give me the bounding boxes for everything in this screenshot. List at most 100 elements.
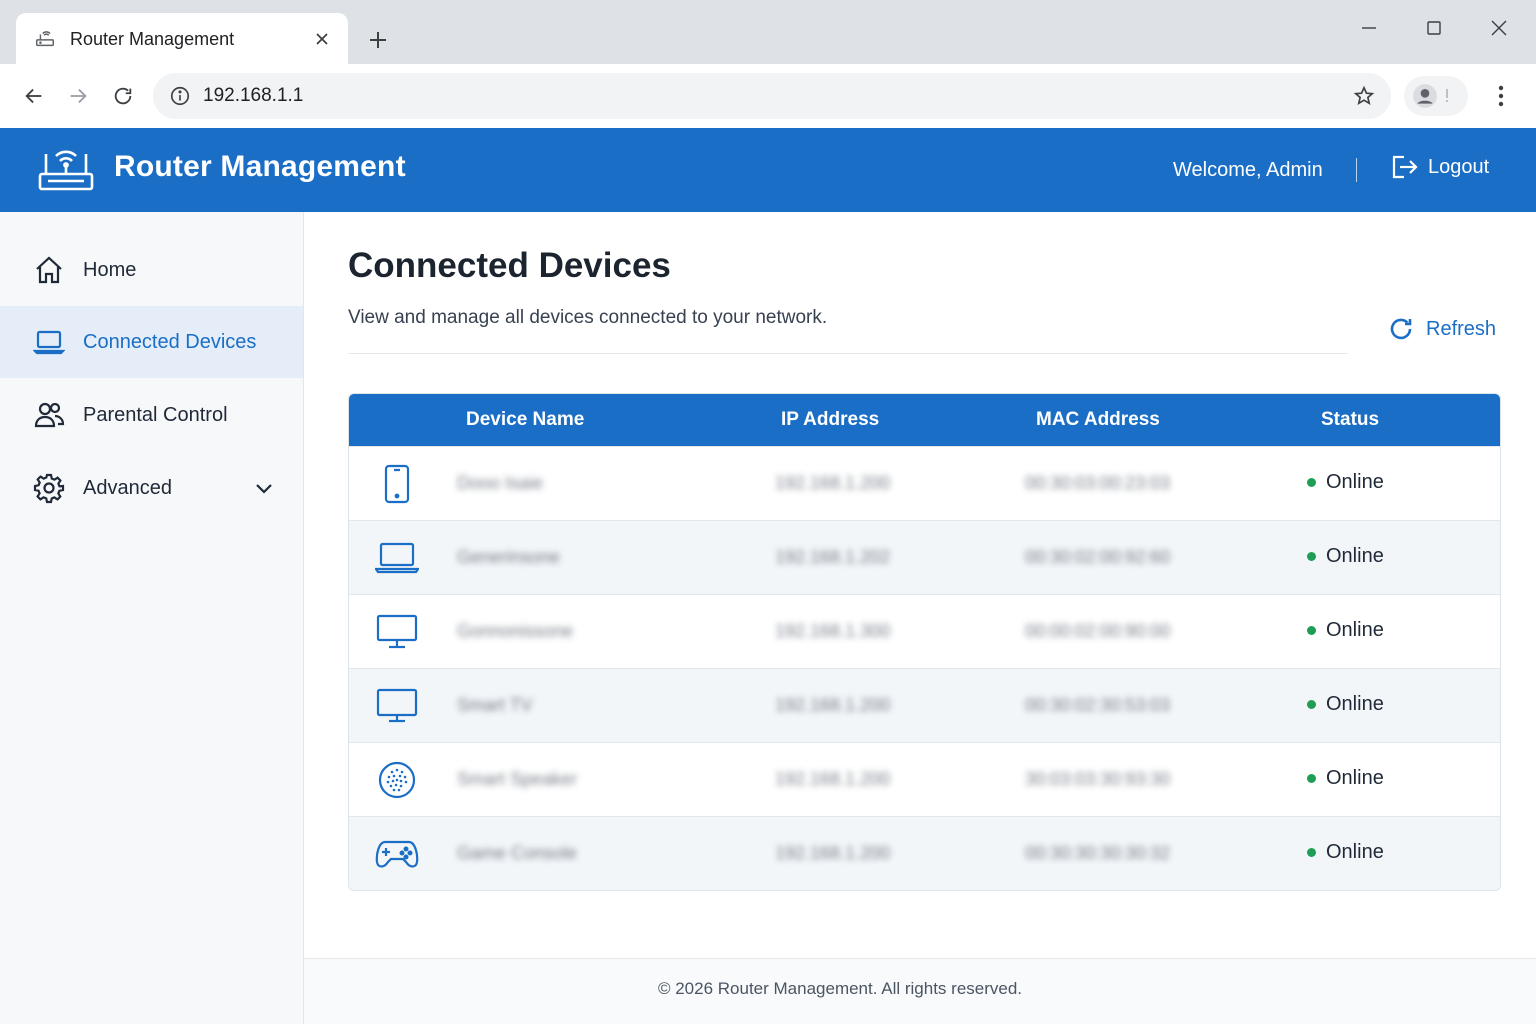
online-dot-icon — [1307, 774, 1316, 783]
browser-tab-bar: Router Management — [0, 0, 1536, 65]
table-header: Device Name IP Address MAC Address Statu… — [349, 394, 1500, 446]
status-text: Online — [1326, 471, 1384, 493]
table-row[interactable]: Generinsone 192.168.1.202 00:30:02:00:92… — [349, 520, 1500, 594]
online-dot-icon — [1307, 478, 1316, 487]
device-name: Smart TV — [457, 695, 533, 715]
status-badge: Online — [1307, 545, 1384, 568]
status-text: Online — [1326, 693, 1384, 715]
column-header-status[interactable]: Status — [1321, 409, 1379, 431]
smartphone-icon — [375, 464, 419, 504]
site-info-icon[interactable] — [169, 85, 191, 107]
browser-tab[interactable]: Router Management — [16, 13, 348, 65]
chevron-down-icon[interactable] — [252, 476, 276, 500]
browser-toolbar: 192.168.1.1 — [0, 64, 1536, 128]
logout-button[interactable]: Logout — [1390, 154, 1489, 180]
device-name: Gonnonissone — [457, 621, 574, 641]
speaker-icon — [375, 760, 419, 800]
sidebar-item-label: Parental Control — [83, 403, 228, 426]
device-ip: 192.168.1.200 — [775, 473, 891, 493]
gear-icon — [33, 472, 65, 504]
sidebar-item-label: Connected Devices — [83, 330, 257, 353]
maximize-window-button[interactable] — [1417, 14, 1451, 42]
device-mac: 00:30:03:00:23:03 — [1025, 473, 1171, 493]
device-mac: 00:30:02:30:53:03 — [1025, 695, 1171, 715]
router-app: Router Management Welcome, Admin Logout … — [0, 128, 1536, 1024]
device-name: Game Console — [457, 843, 578, 863]
status-badge: Online — [1307, 471, 1384, 494]
status-badge: Online — [1307, 841, 1384, 864]
device-name: Dooo Isaie — [457, 473, 544, 493]
back-button[interactable] — [18, 80, 50, 112]
router-logo-icon — [36, 144, 96, 196]
column-header-device-name[interactable]: Device Name — [466, 409, 584, 431]
column-header-mac-address[interactable]: MAC Address — [1036, 409, 1160, 431]
refresh-button[interactable]: Refresh — [1388, 316, 1496, 342]
header-divider — [1356, 158, 1357, 182]
url-text[interactable]: 192.168.1.1 — [203, 85, 1351, 107]
home-icon — [33, 254, 65, 286]
app-header: Router Management Welcome, Admin Logout — [0, 128, 1536, 212]
desktop-icon — [375, 612, 419, 652]
logout-label: Logout — [1428, 155, 1490, 178]
footer-copyright: © 2026 Router Management. All rights res… — [657, 979, 1023, 998]
close-window-button[interactable] — [1482, 14, 1516, 42]
sidebar: Home Connected Devices Parental Control … — [0, 212, 304, 1024]
status-text: Online — [1326, 619, 1384, 641]
minimize-window-button[interactable] — [1352, 14, 1386, 42]
reload-button[interactable] — [107, 80, 139, 112]
main-content: Connected Devices View and manage all de… — [304, 212, 1536, 1024]
device-ip: 192.168.1.200 — [775, 843, 891, 863]
device-ip: 192.168.1.300 — [775, 621, 891, 641]
table-row[interactable]: Gonnonissone 192.168.1.300 00:00:02:00:9… — [349, 594, 1500, 668]
gamepad-icon — [375, 834, 419, 874]
device-mac: 30:03:03:30:93:30 — [1025, 769, 1171, 789]
online-dot-icon — [1307, 552, 1316, 561]
footer: © 2026 Router Management. All rights res… — [304, 958, 1536, 1024]
status-badge: Online — [1307, 767, 1384, 790]
tv-icon — [375, 686, 419, 726]
welcome-text: Welcome, Admin — [1173, 159, 1323, 181]
sidebar-item-label: Home — [83, 258, 137, 281]
device-name: Smart Speaker — [457, 769, 578, 789]
table-row[interactable]: Smart Speaker 192.168.1.200 30:03:03:30:… — [349, 742, 1500, 816]
profile-button[interactable] — [1404, 76, 1468, 116]
router-favicon-icon — [34, 28, 56, 50]
device-name: Generinsone — [457, 547, 561, 567]
status-text: Online — [1326, 841, 1384, 863]
column-header-ip-address[interactable]: IP Address — [781, 409, 879, 431]
device-mac: 00:00:02:00:90:00 — [1025, 621, 1171, 641]
online-dot-icon — [1307, 848, 1316, 857]
profile-avatar-icon — [1413, 84, 1437, 108]
refresh-icon — [1390, 318, 1412, 340]
status-badge: Online — [1307, 619, 1384, 642]
page-title: Connected Devices — [348, 246, 671, 285]
forward-button[interactable] — [62, 80, 94, 112]
bookmark-star-icon[interactable] — [1351, 83, 1377, 109]
refresh-label: Refresh — [1426, 317, 1497, 340]
sidebar-item-parental-control[interactable]: Parental Control — [0, 379, 303, 451]
address-bar[interactable]: 192.168.1.1 — [153, 73, 1391, 119]
table-row[interactable]: Game Console 192.168.1.200 00:30:30:30:3… — [349, 816, 1500, 890]
users-icon — [33, 399, 65, 431]
profile-alert-icon — [1446, 89, 1448, 102]
logout-icon — [1392, 155, 1418, 179]
table-row[interactable]: Smart TV 192.168.1.200 00:30:02:30:53:03… — [349, 668, 1500, 742]
sidebar-item-advanced[interactable]: Advanced — [0, 452, 303, 524]
table-row[interactable]: Dooo Isaie 192.168.1.200 00:30:03:00:23:… — [349, 446, 1500, 520]
laptop-icon — [375, 538, 419, 578]
device-ip: 192.168.1.200 — [775, 695, 891, 715]
page-subtitle: View and manage all devices connected to… — [348, 307, 828, 328]
sidebar-item-connected-devices[interactable]: Connected Devices — [0, 306, 303, 378]
device-ip: 192.168.1.200 — [775, 769, 891, 789]
status-text: Online — [1326, 767, 1384, 789]
online-dot-icon — [1307, 700, 1316, 709]
sidebar-item-home[interactable]: Home — [0, 234, 303, 306]
close-tab-icon[interactable] — [310, 27, 334, 51]
status-text: Online — [1326, 545, 1384, 567]
new-tab-button[interactable] — [362, 24, 394, 56]
devices-table: Device Name IP Address MAC Address Statu… — [348, 393, 1501, 891]
browser-menu-icon[interactable] — [1486, 80, 1516, 112]
sidebar-item-label: Advanced — [83, 476, 172, 499]
status-badge: Online — [1307, 693, 1384, 716]
online-dot-icon — [1307, 626, 1316, 635]
